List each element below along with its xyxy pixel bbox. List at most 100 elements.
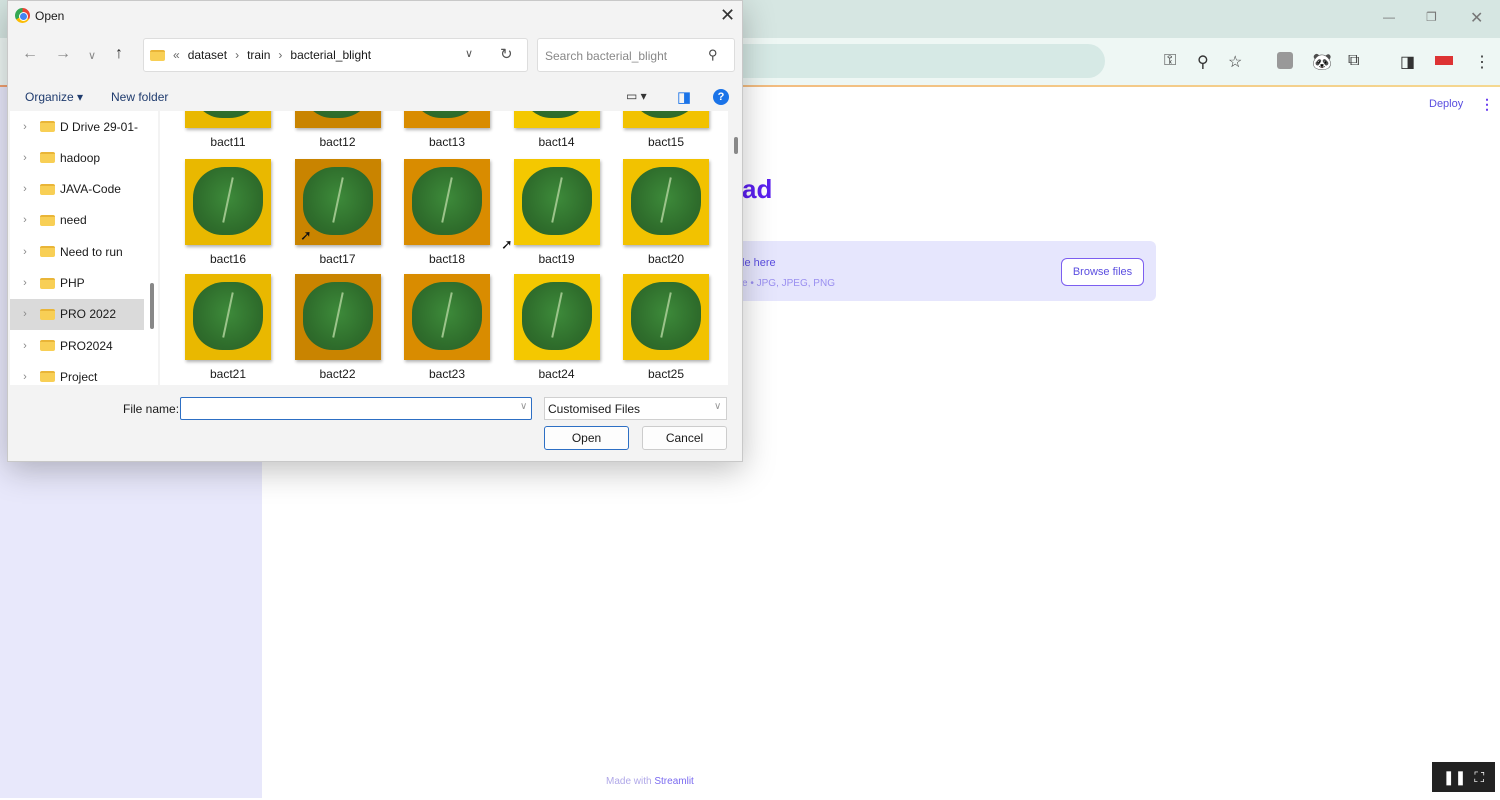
deploy-button[interactable]: Deploy	[1429, 98, 1463, 110]
side-panel-icon[interactable]: ◨	[1400, 52, 1415, 72]
file-name[interactable]: bact23	[392, 367, 502, 381]
folder-icon	[150, 49, 165, 61]
file-name[interactable]: bact14	[502, 135, 612, 149]
file-type-select[interactable]: Customised Files	[544, 397, 727, 420]
file-thumbnail[interactable]	[404, 111, 490, 128]
file-name[interactable]: bact13	[392, 135, 502, 149]
tree-item[interactable]: › PRO 2022	[10, 298, 144, 330]
chevron-right-icon[interactable]: ›	[10, 121, 40, 133]
uploader-file-types: e • JPG, JPEG, PNG	[742, 278, 835, 289]
file-thumbnail[interactable]	[513, 111, 600, 128]
folder-icon	[40, 121, 55, 132]
pause-icon[interactable]: ❚❚	[1443, 769, 1466, 786]
browse-files-button[interactable]: Browse files	[1061, 258, 1144, 286]
open-file-dialog: Open ✕ ← → ∨ ↑ « dataset › train › bacteri…	[7, 0, 743, 462]
cancel-button[interactable]: Cancel	[642, 426, 727, 450]
open-button[interactable]: Open	[544, 426, 629, 450]
panda-extension-icon[interactable]: 🐼	[1312, 52, 1332, 72]
preview-pane-icon[interactable]: ◨	[677, 88, 691, 106]
streamlit-link[interactable]: Streamlit	[654, 776, 693, 787]
file-name[interactable]: bact11	[173, 135, 283, 149]
breadcrumb-item[interactable]: train	[247, 48, 270, 62]
view-options-icon[interactable]: ▭ ▾	[626, 89, 647, 103]
chevron-right-icon[interactable]: ›	[10, 277, 40, 289]
file-thumbnail[interactable]	[294, 111, 381, 128]
file-thumbnail[interactable]	[185, 159, 271, 245]
file-name[interactable]: bact12	[283, 135, 393, 149]
file-name[interactable]: bact17	[283, 252, 393, 266]
profile-icon[interactable]	[1277, 52, 1293, 69]
file-name[interactable]: bact15	[611, 135, 721, 149]
organize-menu[interactable]: Organize ▾	[25, 90, 83, 104]
main-menu-icon[interactable]: ⋮	[1480, 96, 1494, 113]
nav-scrollbar[interactable]	[150, 283, 154, 329]
chevron-right-icon[interactable]: ›	[10, 214, 40, 226]
tree-item[interactable]: › JAVA-Code	[10, 174, 144, 205]
breadcrumb-item[interactable]: bacterial_blight	[290, 48, 371, 62]
page-title: ad	[742, 174, 773, 204]
tree-item[interactable]: › hadoop	[10, 142, 144, 173]
file-thumbnail[interactable]	[185, 274, 271, 360]
file-thumbnail[interactable]	[513, 274, 600, 360]
tree-item[interactable]: › D Drive 29-01-	[10, 111, 144, 142]
file-list-scrollbar[interactable]	[734, 137, 738, 154]
file-thumbnail[interactable]	[623, 159, 709, 245]
chevron-right-icon[interactable]: ›	[10, 371, 40, 383]
tree-item[interactable]: › need	[10, 205, 144, 236]
file-thumbnail[interactable]	[623, 111, 709, 128]
forward-button[interactable]: →	[55, 45, 71, 63]
navigation-pane: › D Drive 29-01- › hadoop › JAVA-Code › need › Ne…	[10, 111, 158, 385]
restore-button[interactable]: ❐	[1426, 10, 1437, 24]
file-name-input[interactable]	[180, 397, 532, 420]
file-name[interactable]: bact21	[173, 367, 283, 381]
refresh-icon[interactable]: ↻	[500, 45, 513, 63]
close-window-button[interactable]: ✕	[1470, 8, 1483, 28]
recent-locations-button[interactable]: ∨	[88, 49, 96, 62]
new-folder-button[interactable]: New folder	[111, 90, 168, 104]
breadcrumb-item[interactable]: dataset	[188, 48, 227, 62]
dialog-close-button[interactable]: ✕	[720, 5, 735, 26]
presentation-icon[interactable]: ⛶	[1474, 769, 1484, 786]
extension-icon[interactable]	[1435, 56, 1453, 65]
back-button[interactable]: ←	[22, 45, 38, 63]
file-name[interactable]: bact19	[502, 252, 612, 266]
tree-item-label: D Drive 29-01-	[60, 119, 139, 134]
leaf-image	[412, 282, 482, 350]
file-thumbnail[interactable]	[294, 274, 381, 360]
leaf-image	[521, 167, 592, 235]
tree-item[interactable]: › Project	[10, 361, 144, 385]
file-name[interactable]: bact24	[502, 367, 612, 381]
help-icon[interactable]: ?	[713, 89, 729, 105]
chevron-right-icon[interactable]: ›	[10, 308, 40, 320]
chevron-right-icon[interactable]: ›	[10, 152, 40, 164]
extensions-icon[interactable]: ⧉	[1348, 52, 1359, 70]
file-name[interactable]: bact22	[283, 367, 393, 381]
address-bar[interactable]	[700, 44, 1105, 78]
zoom-icon[interactable]: ⚲	[1197, 52, 1209, 72]
chevron-down-icon[interactable]: ∨	[520, 401, 527, 412]
file-name[interactable]: bact18	[392, 252, 502, 266]
tree-item[interactable]: › PHP	[10, 268, 144, 299]
search-input[interactable]: Search bacterial_blight	[537, 38, 735, 72]
file-name[interactable]: bact20	[611, 252, 721, 266]
file-thumbnail[interactable]	[623, 274, 709, 360]
file-thumbnail[interactable]	[185, 111, 271, 128]
file-name[interactable]: bact16	[173, 252, 283, 266]
key-icon[interactable]: ⚿	[1164, 52, 1176, 70]
tree-item[interactable]: › Need to run	[10, 236, 144, 267]
more-icon[interactable]: ⋮	[1474, 52, 1490, 72]
minimize-button[interactable]: —	[1383, 10, 1395, 24]
file-thumbnail[interactable]	[404, 159, 490, 245]
file-thumbnail[interactable]	[404, 274, 490, 360]
up-button[interactable]: ↑	[115, 45, 123, 63]
chevron-right-icon[interactable]: ›	[10, 340, 40, 352]
file-thumbnail[interactable]	[513, 159, 600, 245]
footer: Made with Streamlit	[606, 776, 694, 787]
file-name[interactable]: bact25	[611, 367, 721, 381]
star-icon[interactable]: ☆	[1228, 52, 1242, 72]
tree-item[interactable]: › PRO2024	[10, 330, 144, 361]
chevron-right-icon[interactable]: ›	[10, 246, 40, 258]
chevron-right-icon[interactable]: ›	[10, 183, 40, 195]
path-dropdown-icon[interactable]: ∨	[465, 47, 473, 60]
leaf-image	[302, 282, 373, 350]
